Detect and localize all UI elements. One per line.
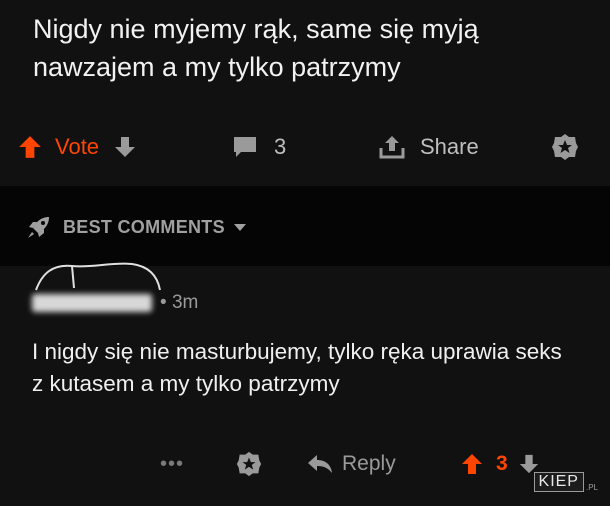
vote-control: Vote bbox=[17, 128, 137, 166]
reply-button[interactable]: Reply bbox=[306, 448, 396, 480]
comment-award-button[interactable] bbox=[235, 448, 263, 480]
award-icon bbox=[235, 450, 263, 478]
meta-separator: • bbox=[160, 292, 172, 313]
comment-vote-control: 3 bbox=[460, 448, 540, 480]
share-button[interactable]: Share bbox=[378, 128, 479, 166]
sort-label: BEST COMMENTS bbox=[63, 216, 225, 237]
comment-meta: • 3m bbox=[32, 290, 198, 316]
upvote-arrow-icon[interactable] bbox=[17, 134, 43, 160]
reply-label: Reply bbox=[342, 452, 396, 475]
share-label: Share bbox=[420, 134, 479, 159]
comment-time: 3m bbox=[171, 292, 199, 313]
award-button[interactable] bbox=[550, 128, 580, 166]
comment-body: I nigdy się nie masturbujemy, tylko ręka… bbox=[32, 339, 562, 396]
site-watermark: KIEP .PL bbox=[533, 472, 598, 492]
chevron-down-icon bbox=[233, 222, 247, 232]
redacted-username[interactable] bbox=[32, 294, 152, 312]
comments-button[interactable]: 3 bbox=[232, 128, 286, 166]
post-card: Nigdy nie myjemy rąk, same się myją nawz… bbox=[0, 0, 610, 186]
comment-count: 3 bbox=[274, 134, 287, 159]
more-options-button[interactable]: ••• bbox=[160, 448, 184, 480]
sort-comments-dropdown[interactable]: BEST COMMENTS bbox=[25, 212, 247, 242]
comment-score: 3 bbox=[496, 452, 508, 475]
share-icon bbox=[378, 134, 406, 160]
watermark-logo: KIEP bbox=[533, 472, 584, 492]
reply-arrow-icon bbox=[306, 452, 334, 476]
redacted-username-scribble bbox=[32, 254, 172, 294]
post-title: Nigdy nie myjemy rąk, same się myją nawz… bbox=[33, 14, 479, 82]
downvote-arrow-icon[interactable] bbox=[113, 135, 137, 159]
watermark-suffix: .PL bbox=[585, 483, 598, 492]
comment-bubble-icon bbox=[232, 135, 258, 159]
upvote-arrow-icon[interactable] bbox=[460, 452, 484, 476]
comment-action-bar: ••• Reply 3 bbox=[0, 448, 610, 480]
vote-label: Vote bbox=[55, 134, 100, 159]
rocket-icon bbox=[25, 213, 53, 241]
post-action-bar: Vote 3 Share bbox=[0, 128, 610, 166]
award-icon bbox=[550, 132, 580, 162]
